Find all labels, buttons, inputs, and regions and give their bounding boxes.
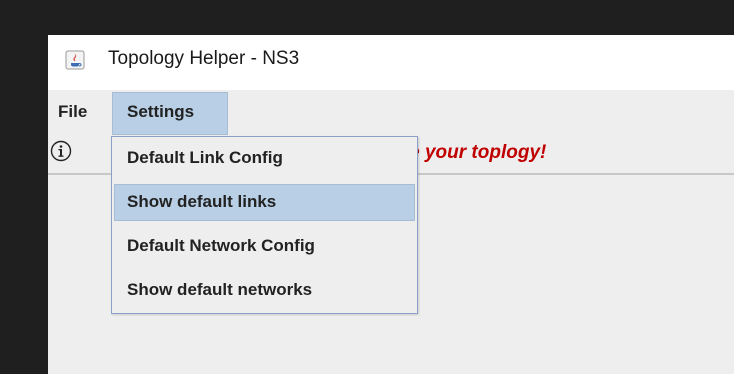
menu-bar: File Settings (48, 90, 734, 135)
menu-item-default-network-config[interactable]: Default Network Config (114, 228, 415, 265)
settings-dropdown-menu: Default Link Config Show default links D… (111, 136, 418, 314)
java-app-icon (65, 50, 85, 70)
menu-item-label: Default Network Config (127, 236, 315, 255)
desktop-background (0, 0, 734, 35)
menu-item-label: Show default links (127, 192, 277, 211)
app-window: Topology Helper - NS3 File Settings ake … (48, 35, 734, 374)
menu-item-label: Default Link Config (127, 148, 283, 167)
menu-item-show-default-links[interactable]: Show default links (114, 184, 415, 221)
menu-settings-label: Settings (127, 102, 195, 121)
window-title: Topology Helper - NS3 (108, 48, 300, 69)
info-icon (50, 140, 72, 162)
title-bar[interactable]: Topology Helper - NS3 (48, 35, 734, 90)
menu-settings[interactable]: Settings (112, 92, 228, 135)
menu-item-default-link-config[interactable]: Default Link Config (114, 140, 415, 177)
menu-file[interactable]: File (58, 102, 87, 122)
menu-item-show-default-networks[interactable]: Show default networks (114, 272, 415, 309)
menu-item-label: Show default networks (127, 280, 313, 299)
